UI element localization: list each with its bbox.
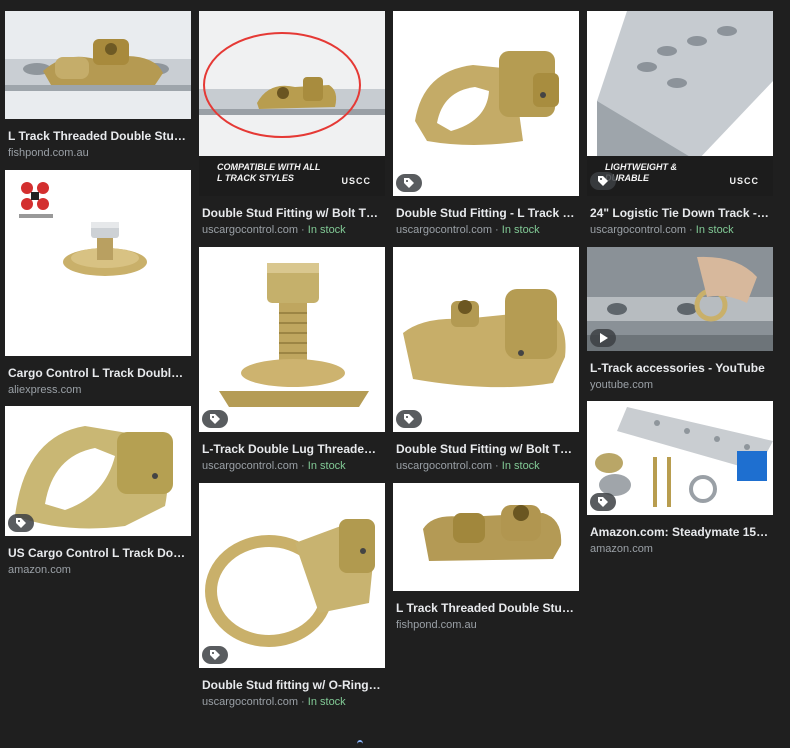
result-source: uscargocontrol.com · In stock (396, 460, 540, 472)
result-card[interactable]: US Cargo Control L Track Dou... amazon.c… (5, 406, 191, 577)
result-source: uscargocontrol.com · In stock (396, 224, 540, 236)
result-card[interactable]: Double Stud Fitting w/ Bolt Thr... uscar… (393, 247, 579, 473)
tag-icon (202, 646, 228, 664)
result-source: amazon.com (8, 564, 71, 576)
result-title[interactable]: L-Track accessories - YouTube (590, 361, 770, 375)
result-thumbnail[interactable] (5, 406, 191, 536)
tag-icon (202, 410, 228, 428)
result-title[interactable]: Cargo Control L Track Double ... (8, 366, 188, 380)
tag-icon (8, 514, 34, 532)
result-title[interactable]: Double Stud fitting w/ O-Ring - ... (202, 678, 382, 692)
result-card[interactable]: Lightweight & Durable USCC 24" Logistic … (587, 11, 773, 237)
tag-icon (396, 410, 422, 428)
result-thumbnail[interactable] (5, 170, 191, 356)
result-title[interactable]: L Track Threaded Double Stud ... (8, 129, 188, 143)
result-thumbnail[interactable] (393, 483, 579, 591)
result-thumbnail[interactable] (587, 401, 773, 515)
result-card[interactable]: Amazon.com: Steadymate 155... amazon.com (587, 401, 773, 556)
result-source: uscargocontrol.com · In stock (202, 224, 346, 236)
result-source: fishpond.com.au (396, 619, 477, 631)
tag-icon (590, 493, 616, 511)
result-source: uscargocontrol.com · In stock (590, 224, 734, 236)
result-thumbnail[interactable] (199, 483, 385, 668)
result-card[interactable]: Compatible with all L Track styles USCC … (199, 11, 385, 237)
result-title[interactable]: L-Track Double Lug Threaded ... (202, 442, 382, 456)
result-title[interactable]: 24" Logistic Tie Down Track - L... (590, 206, 770, 220)
result-source: youtube.com (590, 379, 653, 391)
result-title[interactable]: Amazon.com: Steadymate 155... (590, 525, 770, 539)
result-source: uscargocontrol.com · In stock (202, 460, 346, 472)
result-source: aliexpress.com (8, 384, 82, 396)
result-title[interactable]: US Cargo Control L Track Dou... (8, 546, 188, 560)
result-card[interactable]: L-Track accessories - YouTube youtube.co… (587, 247, 773, 392)
result-title[interactable]: L Track Threaded Double Stud ... (396, 601, 576, 615)
result-source: amazon.com (590, 543, 653, 555)
result-card[interactable]: L Track Threaded Double Stud ... fishpon… (393, 483, 579, 632)
result-thumbnail[interactable] (199, 247, 385, 432)
result-source: uscargocontrol.com · In stock (202, 696, 346, 708)
play-icon (590, 329, 616, 347)
tag-icon (590, 172, 616, 190)
result-card[interactable]: L Track Threaded Double Stud ... fishpon… (5, 11, 191, 160)
result-card[interactable]: Double Stud Fitting - L Track Fi... usca… (393, 11, 579, 237)
result-thumbnail[interactable] (393, 247, 579, 432)
result-thumbnail[interactable] (5, 11, 191, 119)
result-thumbnail[interactable] (587, 247, 773, 351)
result-thumbnail[interactable] (393, 11, 579, 196)
result-thumbnail[interactable]: Lightweight & Durable USCC (587, 11, 773, 196)
result-title[interactable]: Double Stud Fitting w/ Bolt Thr... (202, 206, 382, 220)
product-banner: Compatible with all L Track styles USCC (199, 156, 385, 196)
result-card[interactable]: L-Track Double Lug Threaded ... uscargoc… (199, 247, 385, 473)
result-title[interactable]: Double Stud Fitting - L Track Fi... (396, 206, 576, 220)
result-title[interactable]: Double Stud Fitting w/ Bolt Thr... (396, 442, 576, 456)
result-card[interactable]: Double Stud fitting w/ O-Ring - ... usca… (199, 483, 385, 709)
spinner-icon (357, 740, 363, 748)
result-card[interactable]: Cargo Control L Track Double ... aliexpr… (5, 170, 191, 397)
result-source: fishpond.com.au (8, 147, 89, 159)
tag-icon (396, 174, 422, 192)
result-thumbnail[interactable]: Compatible with all L Track styles USCC (199, 11, 385, 196)
